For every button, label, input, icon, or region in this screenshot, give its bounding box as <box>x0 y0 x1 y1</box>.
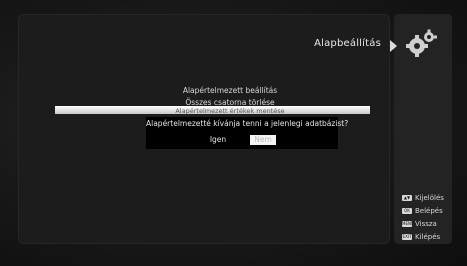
legend-label-back: Vissza <box>415 220 437 228</box>
no-button[interactable]: Nem <box>250 135 276 145</box>
dialog-question: Alapértelmezetté kívánja tenni a jelenle… <box>146 119 349 128</box>
legend-select: ▲▼ Kijelölés <box>402 194 458 202</box>
legend-back: MENUVissza <box>402 220 458 228</box>
updown-key-icon: ▲▼ <box>402 195 412 201</box>
legend-exit: EXIT Kilépés <box>402 233 458 241</box>
gears-icon <box>403 28 439 58</box>
legend-label-exit: Kilépés <box>415 233 441 241</box>
menu-item-default-settings[interactable]: Alapértelmezett beállítás <box>160 86 300 95</box>
legend-label-enter: Belépés <box>415 207 443 215</box>
legend-label-select: Kijelölés <box>415 194 444 202</box>
menu-item-save-defaults[interactable]: Alapértelmezett értékek mentése <box>160 107 300 115</box>
title-arrow-icon <box>390 40 397 52</box>
ok-key-icon: OK <box>402 208 412 214</box>
exit-key-icon: EXIT <box>402 234 412 240</box>
yes-button[interactable]: Igen <box>198 135 238 145</box>
page-title: Alapbeállítás <box>314 38 381 49</box>
legend-enter: OK Belépés <box>402 207 458 215</box>
confirm-dialog: Alapértelmezetté kívánja tenni a jelenle… <box>146 117 349 149</box>
tv-screen: Alapbeállítás Alapértelmezett beállítás … <box>0 0 467 266</box>
menu-key-icon: MENU <box>402 221 414 227</box>
